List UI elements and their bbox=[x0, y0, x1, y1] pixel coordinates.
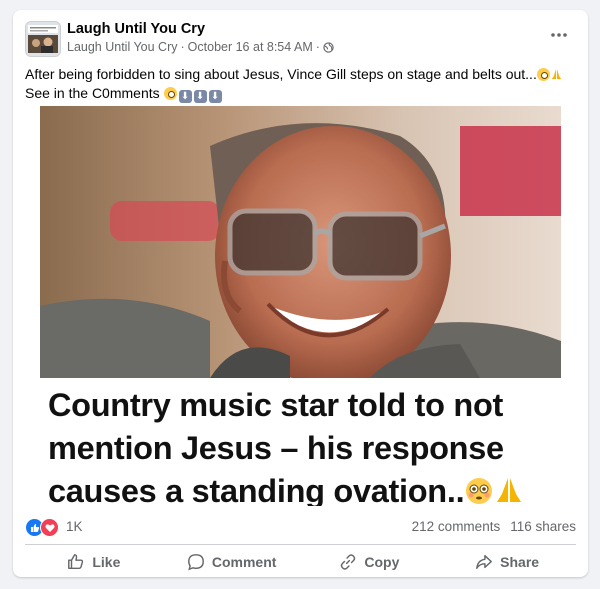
share-label: Share bbox=[500, 554, 540, 570]
author-name[interactable]: Laugh Until You Cry bbox=[67, 40, 178, 54]
comment-bubble-icon bbox=[187, 554, 204, 571]
share-arrow-icon bbox=[476, 554, 493, 570]
flushed-emoji-icon bbox=[536, 68, 550, 81]
post-caption: After being forbidden to sing about Jesu… bbox=[25, 65, 573, 103]
post-header: Laugh Until You Cry Laugh Until You Cry … bbox=[25, 21, 576, 61]
praying-hands-icon bbox=[551, 68, 561, 80]
more-options-icon[interactable] bbox=[546, 25, 572, 45]
page-avatar[interactable] bbox=[25, 21, 61, 57]
page-name[interactable]: Laugh Until You Cry bbox=[67, 21, 205, 37]
copy-button[interactable]: Copy bbox=[301, 548, 439, 576]
comment-label: Comment bbox=[211, 554, 277, 570]
down-arrow-icon: ⬇ bbox=[193, 90, 207, 103]
link-icon bbox=[341, 554, 356, 570]
love-reaction-icon bbox=[40, 518, 59, 537]
divider bbox=[25, 544, 576, 545]
thumbs-up-icon bbox=[68, 554, 84, 570]
sad-emoji-icon bbox=[163, 87, 177, 100]
meta-separator-2: · bbox=[315, 40, 320, 54]
down-arrow-icon: ⬇ bbox=[208, 90, 222, 103]
like-label: Like bbox=[92, 554, 121, 570]
post-card: Laugh Until You Cry Laugh Until You Cry … bbox=[13, 10, 588, 577]
shares-count[interactable]: 116 shares bbox=[510, 519, 576, 534]
caption-text: After being forbidden to sing about Jesu… bbox=[25, 66, 537, 82]
like-button[interactable]: Like bbox=[25, 548, 163, 576]
stats-right: 212 comments 116 shares bbox=[412, 519, 576, 534]
reaction-icons[interactable] bbox=[25, 518, 59, 537]
flushed-emoji-icon bbox=[466, 478, 493, 504]
post-meta: Laugh Until You Cry · October 16 at 8:54… bbox=[67, 40, 334, 54]
comments-count[interactable]: 212 comments bbox=[412, 519, 501, 534]
post-stats: 1K 212 comments 116 shares bbox=[25, 517, 576, 537]
image-overlay-text: Country music star told to not mention J… bbox=[48, 384, 558, 506]
praying-hands-icon bbox=[497, 478, 522, 502]
action-bar: Like Comment Copy Share bbox=[25, 548, 576, 576]
share-button[interactable]: Share bbox=[438, 548, 576, 576]
globe-icon bbox=[323, 41, 334, 53]
post-photo bbox=[40, 106, 561, 378]
reaction-count[interactable]: 1K bbox=[66, 519, 83, 534]
post-timestamp[interactable]: October 16 at 8:54 AM bbox=[188, 40, 313, 54]
caption-see-comments: See in the C0mments bbox=[25, 85, 164, 101]
meta-separator: · bbox=[180, 40, 185, 54]
copy-label: Copy bbox=[364, 554, 400, 570]
down-arrow-icon: ⬇ bbox=[178, 90, 192, 103]
image-text: Country music star told to not mention J… bbox=[48, 387, 504, 506]
post-image[interactable]: Country music star told to not mention J… bbox=[40, 106, 561, 506]
comment-button[interactable]: Comment bbox=[163, 548, 301, 576]
